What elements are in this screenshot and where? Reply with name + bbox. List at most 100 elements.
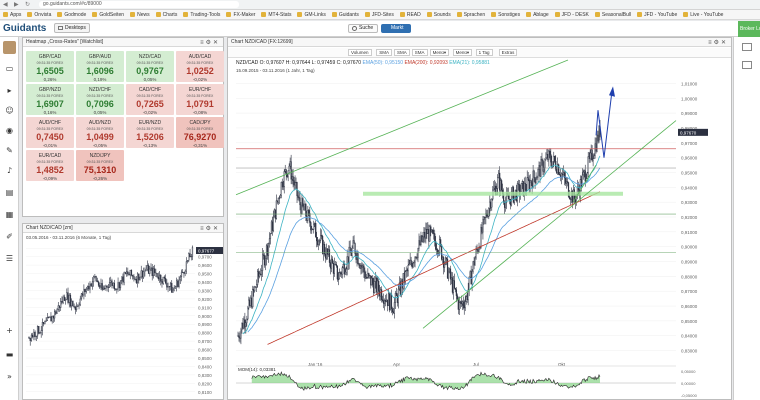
bell-icon[interactable]: ♪ [5,167,14,175]
people-icon[interactable]: ☺ [5,107,14,115]
heatmap-cell[interactable]: AUD/CHF 09:31:35 FOREX 0,7450 -0,01% [26,117,74,148]
candle-body [310,222,312,231]
back-icon[interactable]: ◀ [3,2,11,8]
toolbar-button[interactable]: SMA [411,49,428,56]
guidants-logo[interactable]: Guidants [3,23,46,34]
heatmap-cell[interactable]: EUR/CAD 09:31:35 FOREX 1,4852 -0,09% [26,150,74,181]
heatmap-cell[interactable]: EUR/CHF 09:31:35 FOREX 1,0791 -0,08% [176,84,224,115]
bookmark-item[interactable]: Sounds [426,12,451,18]
bookmark-item[interactable]: GM-Links [297,12,326,18]
add-icon[interactable]: + [5,327,14,335]
candle-body [186,260,189,262]
heatmap-cell[interactable]: AUD/NZD 09:31:35 FOREX 1,0499 -0,05% [76,117,124,148]
bookmark-item[interactable]: Onvista [27,12,51,18]
candle-body [508,198,511,200]
bookmark-item[interactable]: News [130,12,150,18]
candle-body [140,270,142,278]
panel-controls[interactable]: ≡⚙✕ [200,39,220,46]
bookmark-item[interactable]: READ [399,12,421,18]
desktops-button[interactable]: Desktops [54,23,90,33]
broker-login-button[interactable]: Broker Login [738,21,760,37]
candle-body [301,198,303,214]
search-button[interactable]: Suche [348,24,378,33]
candle-body [423,232,425,238]
heatmap-cell[interactable]: GBP/NZD 09:31:35 FOREX 1,6907 0,16% [26,84,74,115]
toolbar-button[interactable]: SMA [376,49,392,56]
bookmark-item[interactable]: SeasonalBull [594,12,631,18]
candle-body [58,305,61,308]
bookmark-item[interactable]: JFD-Sites [364,12,394,18]
candle-body [149,268,151,274]
url-field[interactable]: go.guidants.com/#c/89000 [39,1,239,8]
heatmap-cell[interactable]: GBP/CAD 09:31:35 FOREX 1,6505 0,26% [26,51,74,82]
toolbar-button[interactable]: Menü▾ [452,49,473,56]
folder-icon[interactable]: ▬ [5,351,14,359]
bookmark-item[interactable]: MT4-Stats [261,12,291,18]
eye-icon[interactable]: ◉ [5,127,14,135]
grid-icon[interactable]: ▦ [5,211,14,219]
heatmap-cell[interactable]: NZD/CAD 09:31:35 FOREX 0,9767 0,05% [126,51,174,82]
bookmark-item[interactable]: Apps [3,12,21,18]
main-chart-canvas[interactable]: 1,010001,000000,990000,980000,970000,960… [228,58,731,399]
market-button[interactable]: Markt [381,24,411,33]
bookmark-item[interactable]: Charts [155,12,177,18]
candle-body [107,286,109,288]
cell-change: -0,02% [142,110,158,115]
panel-controls[interactable]: ≡⚙✕ [200,225,220,232]
candle-body [399,282,401,295]
monitor-icon[interactable]: ▭ [5,65,14,73]
heatmap-cell[interactable]: CAD/JPY 09:31:35 FOREX 76,9270 -0,31% [176,117,224,148]
bookmark-item[interactable]: Sprachen [456,12,485,18]
candle-body [459,301,461,303]
bookmark-item[interactable]: Live - YouTube [683,12,723,18]
toolbar-button[interactable]: SMA [394,49,410,56]
toolbar-button[interactable]: Volumen [348,49,372,56]
avatar[interactable] [3,41,16,54]
bookmark-item[interactable]: Godmode [57,12,86,18]
toolbar-button[interactable]: Extras [498,49,518,56]
expand-icon[interactable]: » [5,373,14,381]
bookmark-item[interactable]: Guidants [331,12,359,18]
forward-icon[interactable]: ▶ [14,2,22,8]
bookmark-item[interactable]: Sonstiges [491,12,520,18]
candle-body [172,289,174,293]
heatmap-cell[interactable]: NZD/CHF 09:31:35 FOREX 0,7096 0,05% [76,84,124,115]
heatmap-cell[interactable]: NZD/JPY 09:31:35 FOREX 75,1310 -0,26% [76,150,124,181]
candle-body [75,305,78,310]
candle-body [160,274,162,282]
bookmark-item[interactable]: Trading-Tools [183,12,220,18]
window-icon[interactable] [742,61,752,69]
candle-body [156,273,158,278]
bookmark-item[interactable]: FX-Maker [226,12,255,18]
chat-icon[interactable]: ✎ [5,147,14,155]
candle-body [260,273,262,275]
candle-body [460,301,462,305]
newspaper-icon[interactable]: ▤ [5,189,14,197]
heatmap-cell[interactable]: AUD/CAD 09:31:35 FOREX 1,0252 -0,02% [176,51,224,82]
play-icon[interactable]: ▸ [5,87,14,95]
bookmark-item[interactable]: JFD - DESK [554,12,589,18]
bookmark-item[interactable]: GoldSeiten [92,12,124,18]
candle-body [184,271,186,274]
bookmark-item[interactable]: Ablage [526,12,549,18]
candle-body [63,296,65,301]
toolbar-button[interactable]: 1 Tag [475,49,493,56]
candle-body [386,299,389,306]
small-chart-canvas[interactable]: 0,98000,97000,96000,95000,94000,93000,92… [23,240,223,400]
heatmap-cell[interactable]: GBP/AUD 09:31:35 FOREX 1,6096 0,19% [76,51,124,82]
cell-change: -0,13% [142,143,158,148]
bookmark-item[interactable]: JFD - YouTube [637,12,677,18]
candle-body [246,318,248,323]
reload-icon[interactable]: ↻ [25,2,33,8]
list-icon[interactable]: ☰ [5,255,14,263]
candle-body [538,165,540,170]
window-icon[interactable] [742,43,752,51]
toolbar-button[interactable]: Menü▾ [429,49,450,56]
heatmap-cell[interactable]: EUR/NZD 09:31:35 FOREX 1,5206 -0,13% [126,117,174,148]
y-tick-label: 0,9200 [198,297,212,302]
panel-controls[interactable]: ≡⚙✕ [708,39,728,46]
pen-icon[interactable]: ✐ [5,233,14,241]
y-tick-label: 0,9000 [198,314,212,319]
heatmap-cell[interactable]: CAD/CHF 09:31:35 FOREX 0,7265 -0,02% [126,84,174,115]
candle-body [408,263,410,266]
